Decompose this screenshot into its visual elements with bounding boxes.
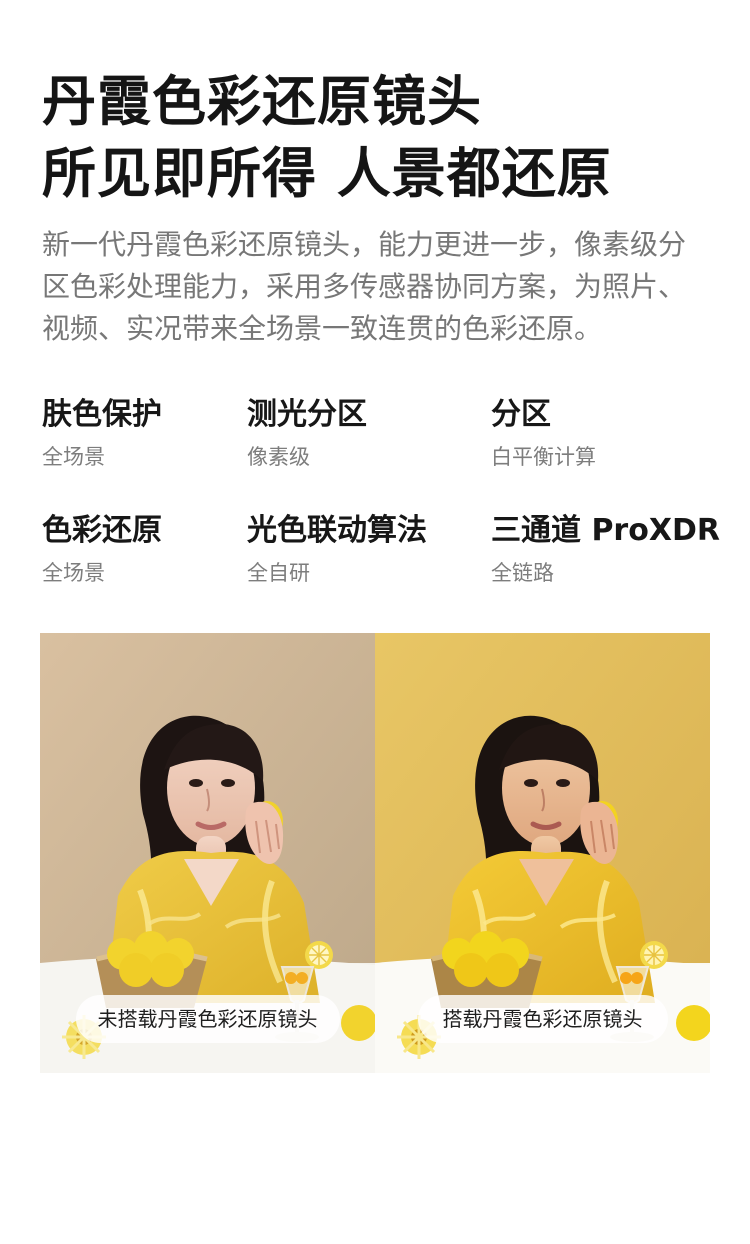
feature-subtitle: 像素级 [247,445,310,469]
feature-item-skin-protection: 肤色保护 全场景 [42,396,282,470]
feature-title: 测光分区 [247,397,367,432]
hero-title-line-1: 丹霞色彩还原镜头 [42,70,482,133]
feature-subtitle: 全场景 [42,561,105,585]
feature-subtitle: 全链路 [491,561,554,585]
feature-title: 光色联动算法 [247,513,427,548]
comparison-panel-with-lens: 搭载丹霞色彩还原镜头 [375,633,710,1073]
feature-title: 色彩还原 [42,513,162,548]
feature-subtitle: 白平衡计算 [491,445,596,469]
feature-item-color-restoration: 色彩还原 全场景 [42,512,282,586]
feature-item-metering-zones: 测光分区 像素级 [247,396,487,470]
intro-paragraph: 新一代丹霞色彩还原镜头，能力更进一步，像素级分区色彩处理能力，采用多传感器协同方… [42,228,687,345]
feature-subtitle: 全自研 [247,561,310,585]
comparison-panel-without-lens: 未搭载丹霞色彩还原镜头 [40,633,375,1073]
feature-subtitle: 全场景 [42,445,105,469]
camera-color-feature-page: 丹霞色彩还原镜头 所见即所得 人景都还原 新一代丹霞色彩还原镜头，能力更进一步，… [0,0,750,1244]
comparison-label-right: 搭载丹霞色彩还原镜头 [417,995,668,1043]
feature-item-white-balance-zones: 分区 白平衡计算 [491,396,731,470]
feature-grid: 肤色保护 全场景 测光分区 像素级 分区 白平衡计算 色彩还原 全场景 光色联动… [42,396,720,606]
feature-item-pro-xdr: 三通道 ProXDR 全链路 [491,512,731,586]
feature-title: 肤色保护 [42,397,162,432]
comparison-image: 未搭载丹霞色彩还原镜头 搭载丹霞色彩还原镜头 [40,633,710,1073]
comparison-label-left: 未搭载丹霞色彩还原镜头 [75,995,340,1043]
feature-title: 三通道 ProXDR [491,513,720,548]
feature-title: 分区 [491,397,551,432]
hero-title-line-2: 所见即所得 人景都还原 [42,142,612,205]
feature-item-light-color-algorithm: 光色联动算法 全自研 [247,512,487,586]
hero-section: 丹霞色彩还原镜头 所见即所得 人景都还原 [42,66,712,210]
